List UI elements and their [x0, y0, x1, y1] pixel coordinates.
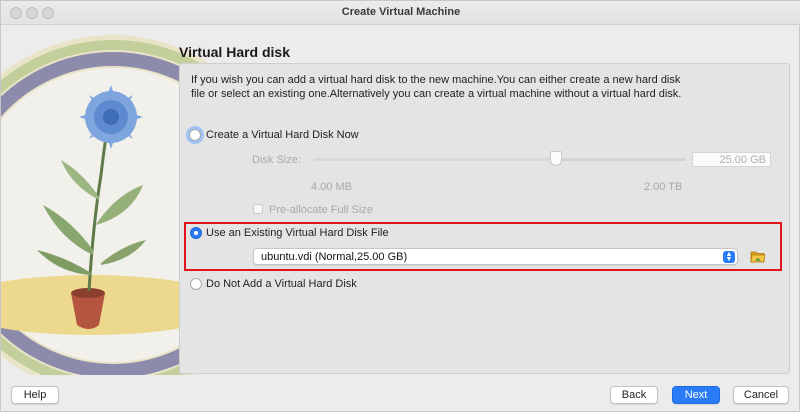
- create-vm-window: Create Virtual Machine Virtual Hard disk…: [0, 0, 800, 412]
- use-existing-disk-radio[interactable]: [190, 227, 202, 239]
- next-button[interactable]: Next: [672, 386, 720, 404]
- preallocate-label[interactable]: Pre-allocate Full Size: [269, 204, 373, 216]
- cancel-button[interactable]: Cancel: [733, 386, 789, 404]
- disk-size-label: Disk Size:: [252, 154, 301, 166]
- disk-size-slider[interactable]: [314, 158, 686, 161]
- disk-size-field[interactable]: 25.00 GB: [692, 152, 771, 167]
- preallocate-checkbox[interactable]: [253, 204, 263, 214]
- no-disk-label[interactable]: Do Not Add a Virtual Hard Disk: [206, 278, 357, 290]
- create-new-disk-radio[interactable]: [189, 129, 201, 141]
- chevron-up-down-icon: ▲ ▼: [723, 251, 735, 263]
- title-bar: Create Virtual Machine: [1, 1, 800, 25]
- create-new-disk-label[interactable]: Create a Virtual Hard Disk Now: [206, 129, 359, 141]
- existing-disk-value: ubuntu.vdi (Normal,25.00 GB): [261, 251, 408, 263]
- options-panel: [179, 63, 790, 374]
- no-disk-radio[interactable]: [190, 278, 202, 290]
- disk-size-min-label: 4.00 MB: [311, 181, 352, 193]
- page-title: Virtual Hard disk: [179, 44, 291, 60]
- slider-fill: [314, 158, 556, 161]
- help-button[interactable]: Help: [11, 386, 59, 404]
- slider-handle[interactable]: [549, 151, 562, 166]
- disk-size-max-label: 2.00 TB: [644, 181, 683, 193]
- back-button[interactable]: Back: [610, 386, 658, 404]
- window-title: Create Virtual Machine: [341, 6, 461, 18]
- existing-disk-select[interactable]: ubuntu.vdi (Normal,25.00 GB) ▲ ▼: [253, 248, 738, 265]
- folder-open-icon[interactable]: [750, 249, 766, 264]
- use-existing-disk-label[interactable]: Use an Existing Virtual Hard Disk File: [206, 227, 389, 239]
- page-description: If you wish you can add a virtual hard d…: [191, 74, 682, 100]
